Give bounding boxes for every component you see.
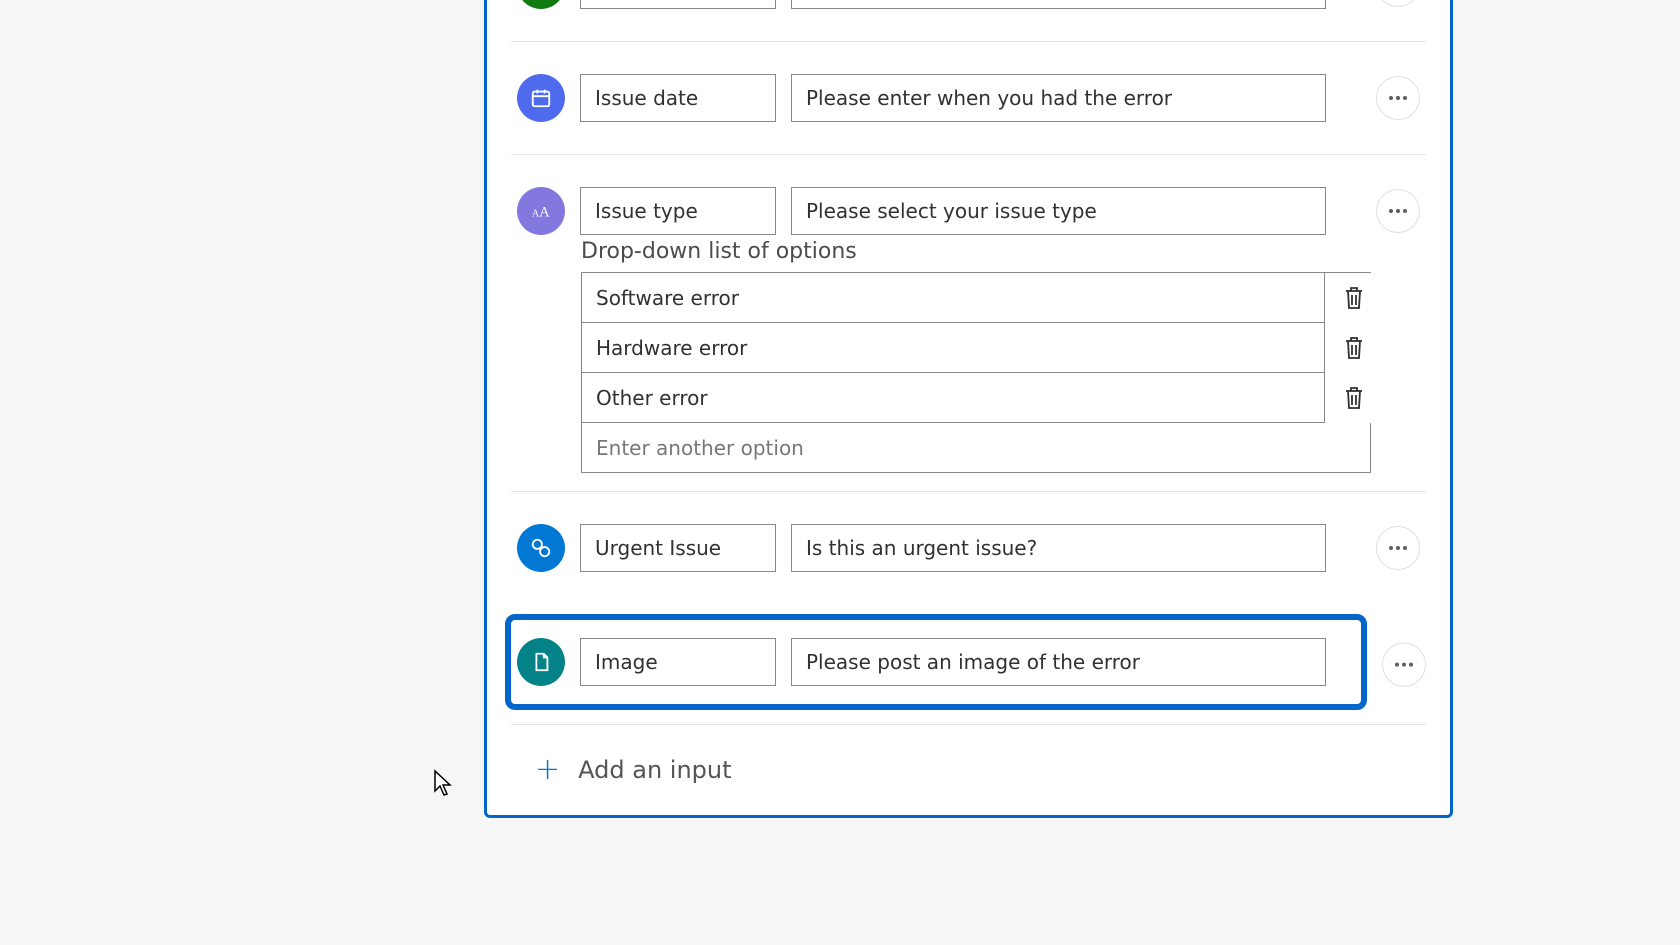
input-row-issue-type: AA	[511, 155, 1426, 251]
add-input-button[interactable]: + Add an input	[511, 725, 1426, 785]
delete-option-button[interactable]	[1337, 330, 1371, 366]
delete-option-button[interactable]	[1337, 280, 1371, 316]
dropdown-title: Drop-down list of options	[581, 239, 1426, 264]
input-desc-issue-date[interactable]	[791, 74, 1326, 122]
more-menu-image[interactable]	[1382, 643, 1426, 687]
more-menu-issue-date[interactable]	[1376, 76, 1420, 120]
delete-option-button[interactable]	[1337, 380, 1371, 416]
plus-icon: +	[535, 755, 560, 785]
dropdown-options-area: Drop-down list of options	[581, 239, 1426, 491]
dropdown-option-row	[581, 423, 1371, 473]
input-row-issue-date	[511, 42, 1426, 154]
input-desc-email[interactable]	[791, 0, 1326, 9]
dropdown-option-row	[581, 373, 1371, 423]
input-name-image[interactable]	[580, 638, 776, 686]
file-icon	[517, 638, 565, 686]
input-row-urgent	[511, 492, 1426, 604]
input-row-email	[511, 0, 1426, 41]
input-name-issue-type[interactable]	[580, 187, 776, 235]
card-inner: AA Drop-down list of options	[487, 0, 1450, 785]
highlight-box	[505, 614, 1367, 710]
input-name-issue-date[interactable]	[580, 74, 776, 122]
more-menu-email[interactable]	[1376, 0, 1420, 7]
add-input-label: Add an input	[578, 756, 731, 784]
mouse-cursor-icon	[433, 769, 453, 797]
text-icon: AA	[517, 187, 565, 235]
email-icon	[517, 0, 565, 9]
input-name-urgent[interactable]	[580, 524, 776, 572]
svg-text:A: A	[539, 205, 550, 221]
more-menu-issue-type[interactable]	[1376, 189, 1420, 233]
highlight-wrapper	[511, 614, 1426, 710]
input-row-image	[517, 626, 1355, 698]
dropdown-option-row	[581, 323, 1371, 373]
yes-no-icon	[517, 524, 565, 572]
input-desc-image[interactable]	[791, 638, 1326, 686]
input-desc-urgent[interactable]	[791, 524, 1326, 572]
input-name-email[interactable]	[580, 0, 776, 9]
input-desc-issue-type[interactable]	[791, 187, 1326, 235]
dropdown-option-input[interactable]	[581, 323, 1325, 373]
dropdown-option-input[interactable]	[581, 373, 1325, 423]
dropdown-option-input[interactable]	[581, 273, 1325, 323]
calendar-icon	[517, 74, 565, 122]
more-menu-urgent[interactable]	[1376, 526, 1420, 570]
dropdown-option-row	[581, 273, 1371, 323]
dropdown-option-stack	[581, 272, 1371, 473]
dropdown-new-option-input[interactable]	[581, 423, 1371, 473]
trigger-card: AA Drop-down list of options	[484, 0, 1453, 818]
